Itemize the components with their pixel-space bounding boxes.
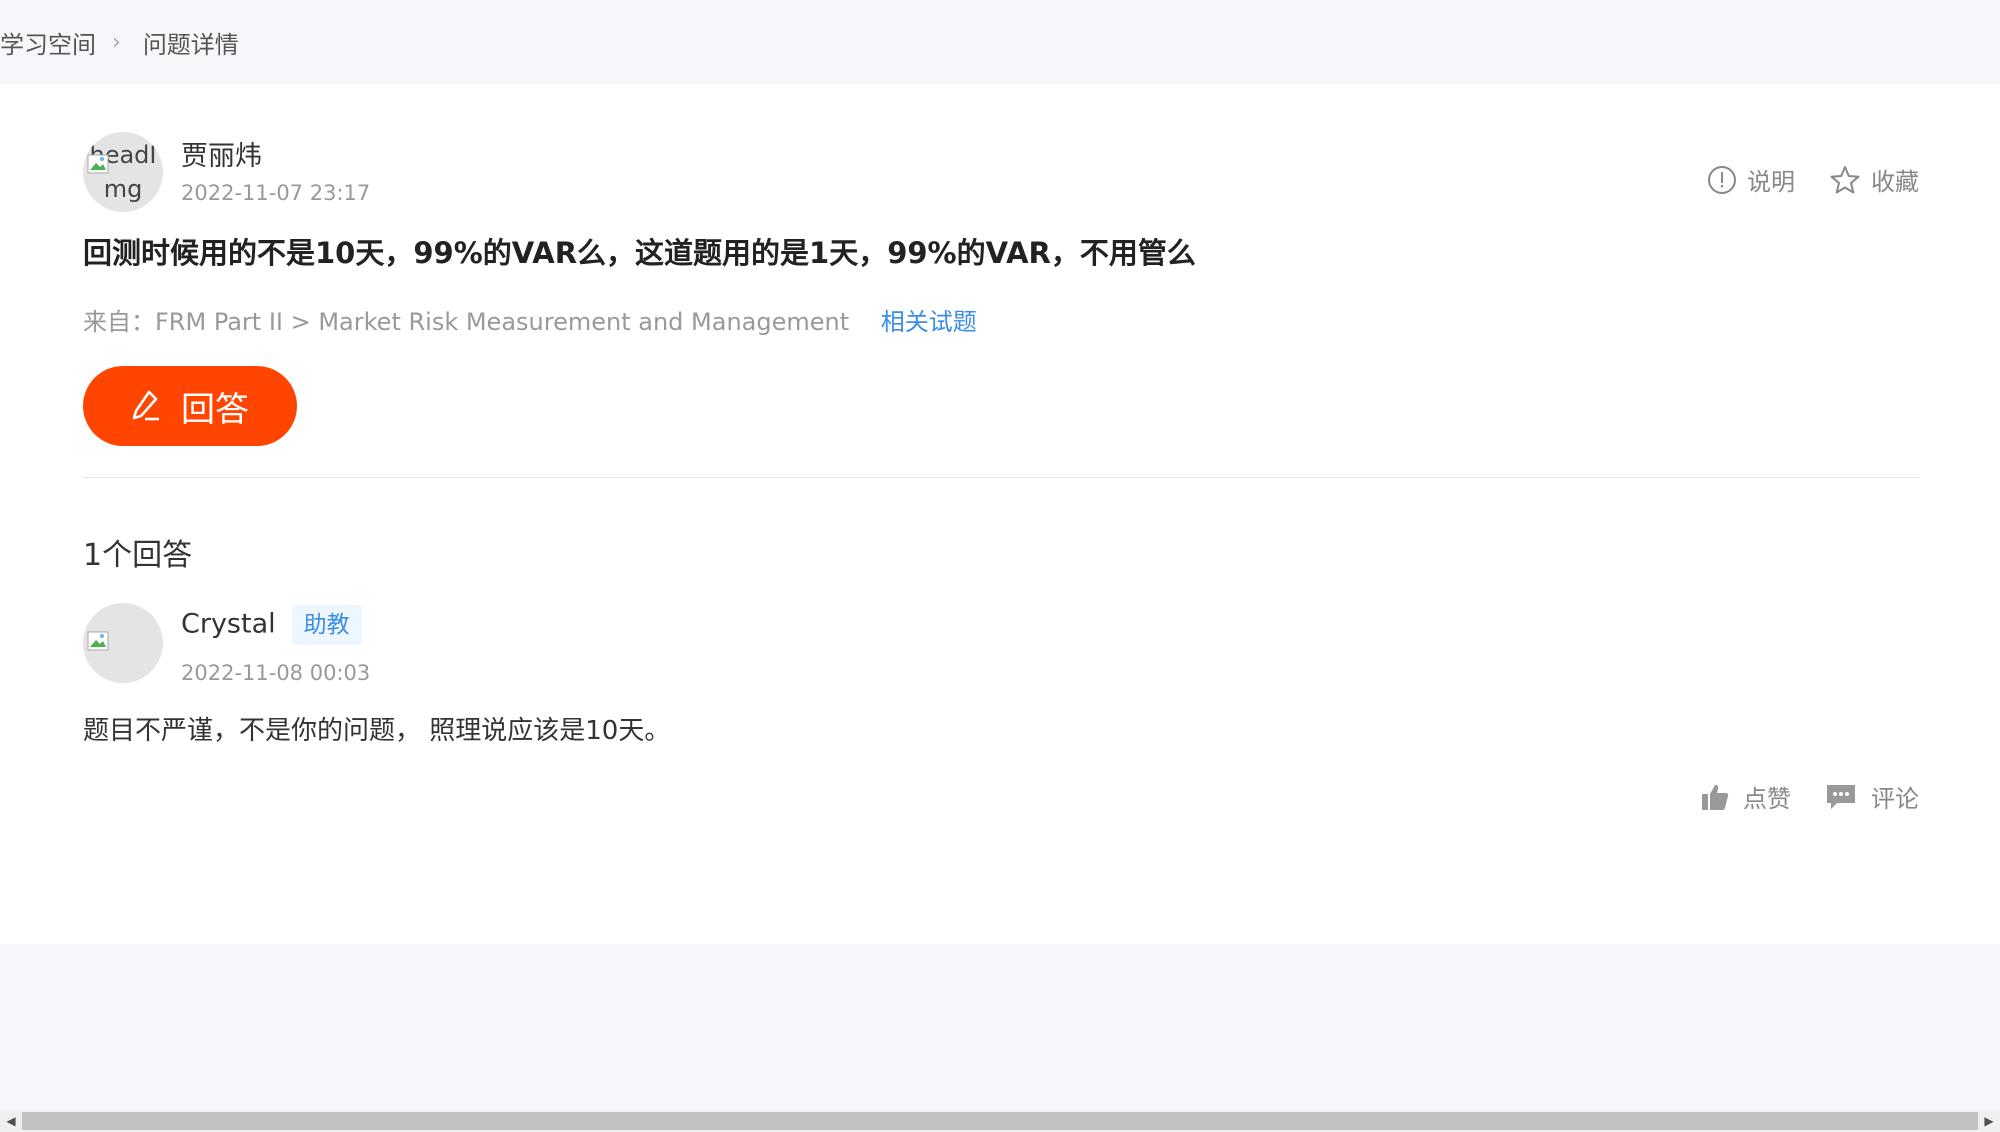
pencil-icon — [132, 390, 159, 421]
answer-actions: 点赞 评论 — [1701, 779, 1919, 814]
like-button[interactable]: 点赞 — [1701, 779, 1791, 814]
question-card: headImg 贾丽炜 2022-11-07 23:17 说明 收藏 回测时候用… — [0, 84, 2000, 944]
horizontal-scrollbar[interactable]: ◀ ▶ — [0, 1110, 2000, 1132]
breadcrumb: 学习空间 › 问题详情 — [0, 0, 2000, 84]
answer-author-block: Crystal 助教 2022-11-08 00:03 — [83, 603, 370, 685]
answers-count: 1个回答 — [83, 538, 193, 573]
broken-image-icon — [87, 631, 109, 651]
related-questions-link[interactable]: 相关试题 — [881, 308, 977, 336]
scroll-left-icon[interactable]: ◀ — [0, 1110, 22, 1132]
explain-button[interactable]: 说明 — [1707, 162, 1795, 197]
question-author-name: 贾丽炜 — [181, 141, 262, 172]
like-label: 点赞 — [1743, 785, 1791, 813]
answer-text: 题目不严谨，不是你的问题， 照理说应该是10天。 — [83, 716, 671, 746]
favorite-button[interactable]: 收藏 — [1829, 162, 1919, 197]
question-actions: 说明 收藏 — [1707, 162, 1919, 197]
question-source: 来自：FRM Part II > Market Risk Measurement… — [83, 302, 977, 337]
chevron-right-icon: › — [112, 29, 121, 55]
role-badge: 助教 — [291, 605, 362, 645]
breadcrumb-current: 问题详情 — [142, 30, 239, 59]
comment-icon — [1827, 784, 1855, 809]
star-icon — [1830, 165, 1860, 193]
comment-button[interactable]: 评论 — [1825, 779, 1919, 814]
info-circle-icon — [1708, 165, 1736, 194]
question-time: 2022-11-07 23:17 — [181, 181, 371, 205]
favorite-label: 收藏 — [1871, 168, 1919, 196]
thumbs-up-icon — [1702, 784, 1729, 810]
broken-image-icon — [87, 154, 109, 174]
answer-button-label: 回答 — [181, 389, 249, 430]
answer-button[interactable]: 回答 — [83, 366, 297, 446]
avatar: headImg — [83, 132, 163, 212]
source-path: FRM Part II > Market Risk Measurement an… — [155, 308, 850, 336]
scrollbar-thumb[interactable] — [22, 1112, 1978, 1130]
question-title: 回测时候用的不是10天，99%的VAR么，这道题用的是1天，99%的VAR，不用… — [83, 236, 1196, 270]
question-author-block: headImg 贾丽炜 2022-11-07 23:17 — [83, 132, 370, 212]
answer-author-name: Crystal — [181, 608, 276, 640]
comment-label: 评论 — [1871, 785, 1919, 813]
answer-time: 2022-11-08 00:03 — [181, 661, 371, 685]
breadcrumb-home-link[interactable]: 学习空间 — [0, 25, 96, 60]
explain-label: 说明 — [1747, 168, 1795, 196]
divider — [83, 477, 1920, 478]
scroll-right-icon[interactable]: ▶ — [1978, 1110, 2000, 1132]
source-prefix: 来自： — [83, 308, 155, 336]
answer-avatar — [83, 603, 163, 683]
